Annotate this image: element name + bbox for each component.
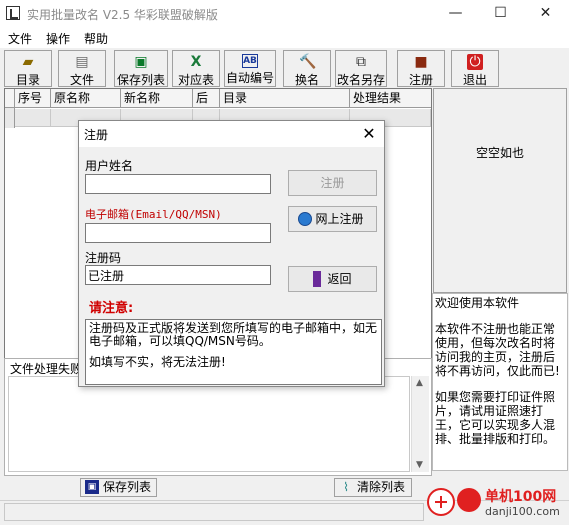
status-segment bbox=[4, 503, 424, 521]
numbering-icon: AB bbox=[242, 54, 258, 68]
hammer-icon: 🔨 bbox=[299, 54, 317, 70]
menu-help[interactable]: 帮助 bbox=[84, 30, 108, 47]
back-button[interactable]: 返回 bbox=[288, 266, 377, 292]
menu-bar: 文件 操作 帮助 bbox=[0, 28, 569, 48]
preview-panel: 空空如也 bbox=[433, 88, 567, 293]
site-url: danji100.com bbox=[485, 505, 560, 518]
email-field[interactable] bbox=[85, 223, 271, 243]
menu-operation[interactable]: 操作 bbox=[46, 30, 70, 47]
registration-code-label: 注册码 bbox=[85, 251, 122, 265]
register-button[interactable]: ■ 注册 bbox=[397, 50, 445, 87]
registration-code-field[interactable] bbox=[85, 265, 271, 285]
notice-paragraph: 如填写不实，将无法注册! bbox=[89, 355, 226, 369]
close-button[interactable]: ✕ bbox=[523, 0, 568, 28]
file-button-label: 文件 bbox=[69, 73, 94, 87]
save-list-button[interactable]: ▣ 保存列表 bbox=[114, 50, 168, 87]
info-text-box[interactable]: 欢迎使用本软件 本软件不注册也能正常使用，但每次改名时将访问我的主页，注册后将不… bbox=[432, 293, 568, 471]
register-submit-button[interactable]: 注册 bbox=[288, 170, 377, 196]
save-list-button-label: 保存列表 bbox=[116, 73, 165, 87]
username-field[interactable] bbox=[85, 174, 271, 194]
exit-icon: ⏻ bbox=[467, 54, 483, 70]
logo-icon bbox=[457, 488, 481, 512]
info-paragraph: 如果您需要打印证件照片，请试用证照速打王，它可以实现多人混排、批量排版和打印。 bbox=[435, 390, 556, 446]
row-header bbox=[5, 108, 15, 128]
welcome-text: 欢迎使用本软件 bbox=[435, 296, 520, 310]
title-bar: 实用批量改名 V2.5 华彩联盟破解版 — ☐ ✕ bbox=[0, 0, 569, 28]
notice-text-box[interactable]: 注册码及正式版将发送到您所填写的电子邮箱中，如无电子邮箱，可以填QQ/MSN号码… bbox=[85, 319, 382, 385]
dialog-title-bar: 注册 ✕ bbox=[79, 121, 384, 147]
minimize-button[interactable]: — bbox=[433, 0, 478, 28]
dialog-close-icon[interactable]: ✕ bbox=[358, 123, 380, 145]
scroll-up-icon[interactable]: ▲ bbox=[416, 378, 423, 388]
mapping-table-button[interactable]: X 对应表 bbox=[172, 50, 220, 87]
rename-button-label: 换名 bbox=[294, 73, 319, 87]
online-register-button[interactable]: 网上注册 bbox=[288, 206, 377, 232]
back-button-label: 返回 bbox=[327, 272, 352, 286]
column-header[interactable]: 序号 bbox=[15, 89, 51, 108]
box-icon: ■ bbox=[414, 54, 428, 70]
site-name: 单机100网 bbox=[485, 489, 557, 505]
register-dialog: 注册 ✕ 用户姓名 注册 电子邮箱(Email/QQ/MSN) 网上注册 注册码… bbox=[78, 120, 385, 387]
file-icon: ▤ bbox=[75, 54, 89, 70]
register-button-label: 注册 bbox=[408, 73, 433, 87]
toolbar: ▰ 目录 ▤ 文件 ▣ 保存列表 X 对应表 AB 自动编号 🔨 换名 ⧉ 改名… bbox=[0, 50, 569, 88]
username-label: 用户姓名 bbox=[85, 159, 134, 173]
clear-list-button[interactable]: ⌇ 清除列表 bbox=[334, 478, 412, 497]
column-header[interactable]: 处理结果 bbox=[350, 89, 431, 108]
site-watermark: 单机100网 danji100.com bbox=[425, 484, 567, 522]
column-header[interactable]: 目录 bbox=[220, 89, 350, 108]
auto-number-button[interactable]: AB 自动编号 bbox=[224, 50, 276, 87]
broom-icon: ⌇ bbox=[343, 480, 349, 494]
door-icon bbox=[313, 271, 321, 287]
auto-number-button-label: 自动编号 bbox=[225, 71, 274, 85]
email-label: 电子邮箱(Email/QQ/MSN) bbox=[85, 208, 222, 221]
grid-corner bbox=[5, 89, 15, 108]
directory-button-label: 目录 bbox=[15, 73, 40, 87]
directory-button[interactable]: ▰ 目录 bbox=[4, 50, 52, 87]
column-header[interactable]: 原名称 bbox=[51, 89, 121, 108]
dialog-title: 注册 bbox=[84, 128, 109, 142]
vertical-scrollbar[interactable]: ▲ ▼ bbox=[411, 376, 429, 472]
save-list-bottom-label: 保存列表 bbox=[103, 480, 152, 494]
save-list-bottom-button[interactable]: ▣ 保存列表 bbox=[80, 478, 157, 497]
folder-icon: ▰ bbox=[22, 54, 34, 70]
fail-list[interactable] bbox=[8, 376, 410, 472]
rename-save-as-button-label: 改名另存 bbox=[336, 73, 385, 87]
exit-button[interactable]: ⏻ 退出 bbox=[451, 50, 499, 87]
exit-button-label: 退出 bbox=[462, 73, 487, 87]
app-icon bbox=[6, 6, 20, 20]
notice-paragraph: 注册码及正式版将发送到您所填写的电子邮箱中，如无电子邮箱，可以填QQ/MSN号码… bbox=[89, 321, 378, 348]
rename-button[interactable]: 🔨 换名 bbox=[283, 50, 331, 87]
file-button[interactable]: ▤ 文件 bbox=[58, 50, 106, 87]
info-paragraph: 本软件不注册也能正常使用，但每次改名时将访问我的主页，注册后将不再访问，仅此而已… bbox=[435, 322, 560, 378]
online-register-label: 网上注册 bbox=[315, 212, 364, 226]
save-icon: ▣ bbox=[134, 54, 148, 70]
excel-icon: X bbox=[190, 54, 202, 70]
column-header[interactable]: 新名称 bbox=[121, 89, 193, 108]
mapping-table-button-label: 对应表 bbox=[177, 73, 214, 87]
window-title: 实用批量改名 V2.5 华彩联盟破解版 bbox=[27, 8, 218, 22]
clear-list-label: 清除列表 bbox=[357, 480, 406, 494]
grid-cell[interactable] bbox=[15, 109, 51, 127]
add-icon bbox=[427, 488, 455, 516]
fail-group-label: 文件处理失败 bbox=[8, 360, 85, 377]
save-icon: ▣ bbox=[85, 480, 99, 494]
empty-placeholder: 空空如也 bbox=[475, 146, 524, 160]
globe-icon bbox=[298, 212, 312, 226]
maximize-button[interactable]: ☐ bbox=[478, 0, 523, 28]
rename-save-as-button[interactable]: ⧉ 改名另存 bbox=[335, 50, 387, 87]
column-header[interactable]: 后缀 bbox=[193, 89, 220, 123]
scroll-down-icon[interactable]: ▼ bbox=[416, 460, 423, 470]
menu-file[interactable]: 文件 bbox=[8, 30, 32, 47]
notice-heading: 请注意: bbox=[89, 301, 134, 316]
copy-files-icon: ⧉ bbox=[356, 54, 366, 70]
